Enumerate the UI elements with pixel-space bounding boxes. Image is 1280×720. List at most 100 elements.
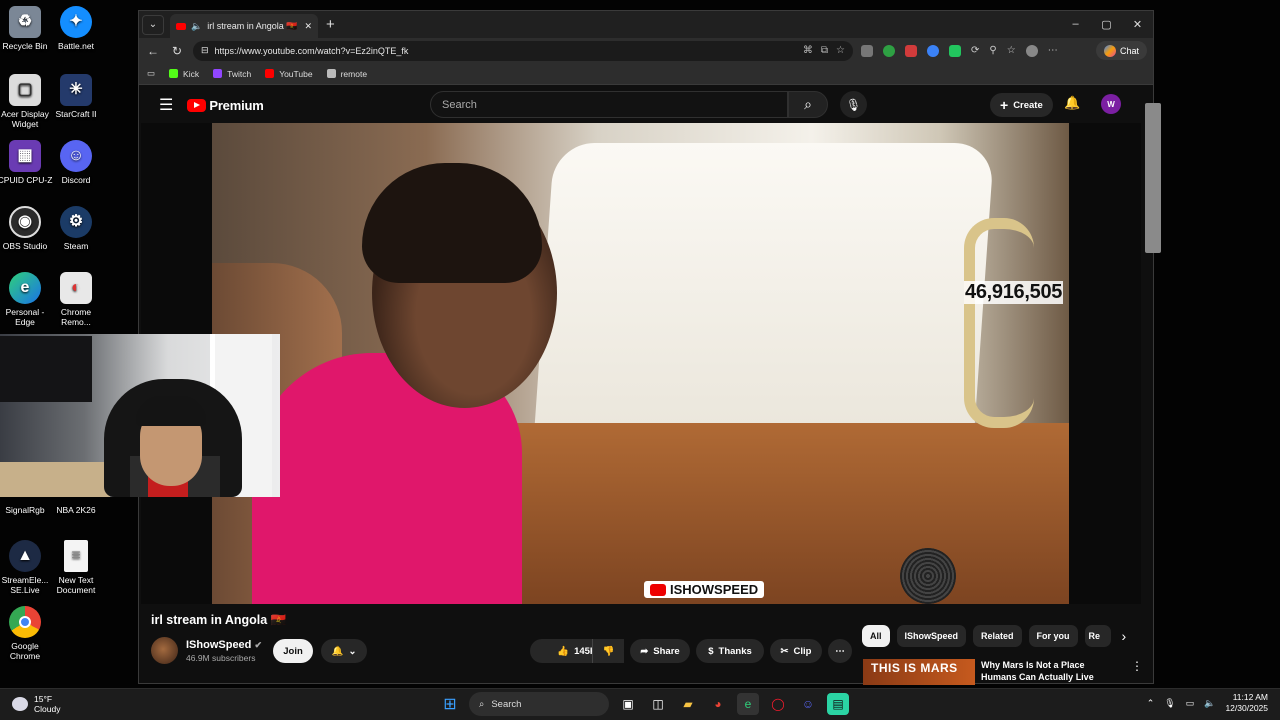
edge-taskbar-icon[interactable]: e xyxy=(737,693,759,715)
hamburger-menu-icon[interactable]: ☰ xyxy=(159,95,173,115)
extension-icon[interactable] xyxy=(883,44,895,57)
site-info-icon[interactable]: ⊟ xyxy=(201,45,209,56)
voice-search-button[interactable]: 🎙 xyxy=(840,91,867,118)
desktop-icon-edge[interactable]: e Personal - Edge xyxy=(0,272,53,327)
task-view-icon[interactable]: ▣ xyxy=(617,693,639,715)
desktop-icon-signalrgb[interactable]: SignalRgb xyxy=(0,505,53,515)
weather-widget[interactable]: 15°F Cloudy xyxy=(12,694,60,714)
youtube-premium-logo[interactable]: Premium xyxy=(187,98,264,113)
extension-icon[interactable] xyxy=(905,44,917,57)
desktop-icon-streamelements[interactable]: ▲ StreamEle... SE.Live xyxy=(0,540,53,595)
bookmark-kick[interactable]: Kick xyxy=(169,69,199,79)
bookmark-label: Twitch xyxy=(227,68,252,79)
recommended-video[interactable]: THIS IS MARS Why Mars Is Not a Place Hum… xyxy=(863,659,1143,685)
app-taskbar-icon[interactable]: ▤ xyxy=(827,693,849,715)
discord-taskbar-icon[interactable]: ☺ xyxy=(797,693,819,715)
search-button[interactable]: ⌕ xyxy=(788,91,828,118)
tab-actions-button[interactable]: ⌄ xyxy=(142,14,164,35)
video-frame[interactable]: 46,916,505 ISHOWSPEED xyxy=(212,123,1069,604)
more-actions-button[interactable]: ⋯ xyxy=(828,639,852,663)
search-placeholder: Search xyxy=(442,98,477,111)
network-icon[interactable]: ▭ xyxy=(1186,698,1195,709)
back-arrow-icon[interactable]: ← xyxy=(145,44,161,58)
extension-icon[interactable] xyxy=(949,44,961,57)
desktop-icon-steam[interactable]: ⚙ Steam xyxy=(48,206,104,251)
create-button[interactable]: + Create xyxy=(990,93,1053,117)
kick-icon xyxy=(169,69,179,78)
settings-sync-icon[interactable]: ⟳ xyxy=(971,45,979,56)
split-screen-icon[interactable]: ⧉ xyxy=(821,45,828,56)
bookmark-twitch[interactable]: Twitch xyxy=(213,69,251,79)
microphone-tray-icon[interactable]: 🎙 xyxy=(1164,698,1175,709)
copilot-chat-button[interactable]: Chat xyxy=(1095,41,1147,60)
recommended-title[interactable]: Why Mars Is Not a Place Humans Can Actua… xyxy=(981,659,1121,683)
opera-taskbar-icon[interactable]: ◯ xyxy=(767,693,789,715)
clock[interactable]: 11:12 AM 12/30/2025 xyxy=(1225,692,1268,714)
favorites-icon[interactable]: ☆ xyxy=(1007,45,1016,56)
clip-button[interactable]: ✂ Clip xyxy=(770,639,822,663)
desktop-icon-battlenet[interactable]: ✦ Battle.net xyxy=(48,6,104,51)
chip-for-you[interactable]: For you xyxy=(1028,625,1078,647)
minimize-button[interactable]: – xyxy=(1060,11,1091,37)
bell-icon: 🔔 xyxy=(331,645,344,657)
chip-all[interactable]: All xyxy=(862,625,890,647)
more-vertical-icon[interactable]: ⋮ xyxy=(1131,659,1143,685)
extension-icon[interactable] xyxy=(927,44,939,57)
channel-name[interactable]: IShowSpeed ✔ xyxy=(186,639,262,651)
desktop-icon-discord[interactable]: ☺ Discord xyxy=(48,140,104,185)
close-tab-icon[interactable]: ✕ xyxy=(304,21,312,32)
dislike-button[interactable]: 👎 xyxy=(592,639,624,663)
chrome-taskbar-icon[interactable]: ◕ xyxy=(707,693,729,715)
desktop-icon-text-document[interactable]: ≡ New Text Document xyxy=(48,540,104,595)
notifications-bell-icon[interactable]: 🔔 xyxy=(1064,95,1080,111)
chip-related[interactable]: Related xyxy=(973,625,1022,647)
bookmark-label: Kick xyxy=(183,68,200,79)
favorite-star-icon[interactable]: ☆ xyxy=(836,45,845,56)
extensions-puzzle-icon[interactable]: ⚲ xyxy=(989,45,996,56)
youtube-logo-icon xyxy=(650,583,666,596)
close-window-button[interactable]: ✕ xyxy=(1122,11,1153,37)
address-bar[interactable]: ⊟ https://www.youtube.com/watch?v=Ez2inQ… xyxy=(193,40,853,61)
account-avatar[interactable]: W xyxy=(1101,94,1121,114)
chip-ishowspeed[interactable]: IShowSpeed xyxy=(896,625,967,647)
desktop-icon-nba2k26[interactable]: NBA 2K26 xyxy=(48,505,104,515)
chevron-right-icon[interactable]: › xyxy=(1122,628,1127,644)
widgets-icon[interactable]: ◫ xyxy=(647,693,669,715)
translate-icon[interactable]: ⌘ xyxy=(803,45,813,56)
start-button[interactable]: ⊞ xyxy=(439,693,461,715)
file-explorer-icon[interactable]: ▰ xyxy=(677,693,699,715)
thanks-button[interactable]: $ Thanks xyxy=(696,639,764,663)
notifications-toggle-button[interactable]: 🔔 ⌄ xyxy=(321,639,367,663)
bookmark-youtube[interactable]: YouTube xyxy=(265,69,313,79)
desktop-icon-cpuz[interactable]: ▦ CPUID CPU-Z xyxy=(0,140,53,185)
browser-tab-youtube[interactable]: 🔈 irl stream in Angola 🇦🇴 - YouTube ✕ xyxy=(170,14,318,38)
refresh-icon[interactable]: ↻ xyxy=(169,44,185,58)
maximize-button[interactable]: ▢ xyxy=(1091,11,1122,37)
speaker-icon[interactable]: 🔈 xyxy=(191,21,202,32)
more-menu-icon[interactable]: ⋯ xyxy=(1048,45,1058,56)
page-scrollbar[interactable] xyxy=(1143,89,1161,679)
volume-icon[interactable]: 🔈 xyxy=(1204,698,1215,709)
desktop-icon-chrome-remote[interactable]: ◐ Chrome Remo... xyxy=(48,272,104,327)
bookmark-remote[interactable]: remote xyxy=(326,69,367,79)
channel-avatar[interactable] xyxy=(151,637,178,664)
desktop-icon-google-chrome[interactable]: Google Chrome xyxy=(0,606,53,661)
extension-icon[interactable] xyxy=(861,44,873,57)
chip-recent[interactable]: Re xyxy=(1084,625,1111,647)
recommended-thumbnail[interactable]: THIS IS MARS xyxy=(863,659,975,685)
scrollbar-thumb[interactable] xyxy=(1145,103,1161,253)
new-tab-button[interactable]: + xyxy=(326,16,335,33)
tray-overflow-chevron-icon[interactable]: ⌃ xyxy=(1147,698,1155,709)
join-button[interactable]: Join xyxy=(273,639,313,663)
desktop-icon-acer-widget[interactable]: ▢ Acer Display Widget xyxy=(0,74,53,129)
bookmarks-folder-icon[interactable]: ▭ xyxy=(147,68,155,79)
taskbar-search[interactable]: ⌕ Search xyxy=(469,692,609,716)
desktop-icon-recycle-bin[interactable]: ♻ Recycle Bin xyxy=(0,6,53,51)
video-player[interactable]: 46,916,505 ISHOWSPEED xyxy=(141,123,1141,604)
desktop-icon-obs[interactable]: ◉ OBS Studio xyxy=(0,206,53,251)
share-button[interactable]: ➦ Share xyxy=(630,639,690,663)
steam-icon: ⚙ xyxy=(60,206,92,238)
search-input[interactable]: Search xyxy=(430,91,788,118)
desktop-icon-starcraft[interactable]: ✳ StarCraft II xyxy=(48,74,104,119)
profile-avatar-icon[interactable] xyxy=(1025,44,1038,57)
